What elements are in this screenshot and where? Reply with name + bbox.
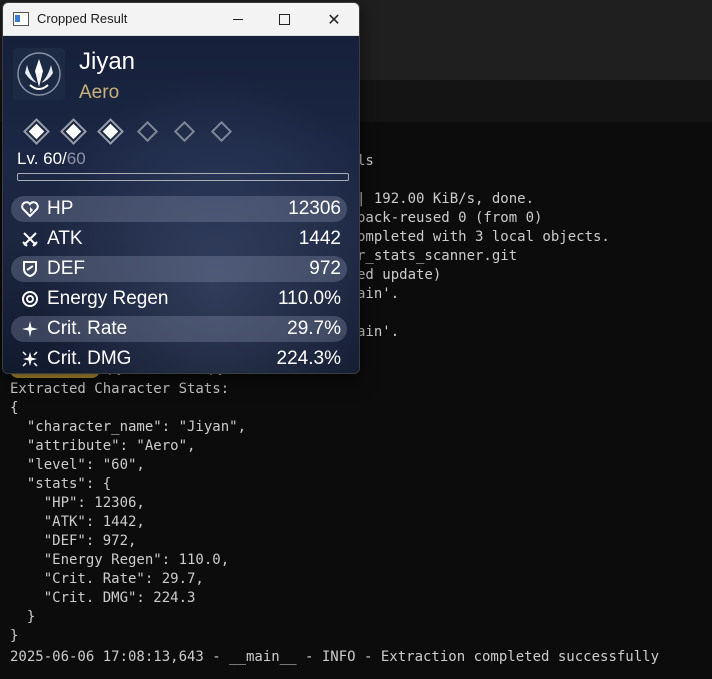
terminal-output-line: 2025-06-06 17:08:13,643 - __main__ - INF… [10, 649, 660, 665]
terminal-output-line: "ATK": 1442, [10, 514, 145, 530]
stat-row-crit-dmg: Crit. DMG 224.3% [11, 346, 347, 372]
energy-regen-icon [19, 288, 41, 310]
minimize-button[interactable] [215, 3, 261, 35]
level-current: Lv. 60/ [17, 149, 67, 168]
character-name: Jiyan [79, 48, 136, 75]
terminal-output-line: Extracted Character Stats: [10, 381, 230, 397]
level-max: 60 [66, 149, 86, 168]
resonance-chain-nodes [22, 117, 232, 145]
stat-row-crit-rate: Crit. Rate 29.7% [11, 316, 347, 342]
terminal-output-line: "HP": 12306, [10, 495, 145, 511]
maximize-button[interactable] [261, 3, 307, 35]
crit-dmg-icon [19, 348, 41, 370]
chain-node [173, 120, 195, 142]
stat-value: 1442 [298, 228, 341, 249]
chain-node [22, 117, 50, 145]
maximize-icon [278, 13, 290, 25]
chain-node [210, 120, 232, 142]
level-label: Lv. 60/60 [17, 149, 86, 169]
stat-value: 224.3% [276, 348, 341, 369]
close-icon: ✕ [327, 9, 341, 29]
character-attribute: Aero [79, 82, 120, 103]
terminal-line: ompleted with 3 local objects. [357, 229, 610, 245]
stat-row-def: DEF 972 [11, 256, 347, 282]
minimize-icon [233, 18, 243, 20]
cropped-result-window: Cropped Result ✕ Jiyan Aero Lv. 60/60 HP… [2, 2, 360, 374]
stat-value: 29.7% [287, 318, 341, 339]
close-button[interactable]: ✕ [311, 3, 357, 35]
stat-label: ATK [47, 228, 83, 249]
terminal-line: | 192.00 KiB/s, done. [357, 191, 535, 207]
chain-node [96, 117, 124, 145]
stat-label: Energy Regen [47, 288, 169, 309]
aero-emblem-icon [13, 48, 65, 100]
terminal-output-line: "Crit. DMG": 224.3 [10, 590, 196, 606]
terminal-output-line: { [10, 400, 19, 416]
chain-node [59, 117, 87, 145]
stat-label: DEF [47, 258, 85, 279]
window-title: Cropped Result [37, 11, 128, 26]
terminal-output-line: "Energy Regen": 110.0, [10, 552, 230, 568]
stat-row-hp: HP 12306 [11, 196, 347, 222]
stat-row-energy-regen: Energy Regen 110.0% [11, 286, 347, 312]
terminal-output-line: "stats": { [10, 476, 112, 492]
character-card: Jiyan Aero Lv. 60/60 HP 12306 ATK 1442 D… [3, 36, 359, 373]
crossed-swords-icon [19, 228, 41, 250]
terminal-output-line: } [10, 628, 19, 644]
heart-shield-icon [19, 198, 41, 220]
terminal-output-line: "character_name": "Jiyan", [10, 419, 247, 435]
chain-node [136, 120, 158, 142]
terminal-line: pack-reused 0 (from 0) [357, 210, 543, 226]
shield-icon [19, 258, 41, 280]
level-progress-bar [17, 173, 349, 181]
terminal-line: r_stats_scanner.git [357, 248, 518, 264]
terminal-output-line: } [10, 609, 36, 625]
terminal-line: ain'. [357, 324, 400, 340]
terminal-output-line: "Crit. Rate": 29.7, [10, 571, 204, 587]
stat-value: 972 [309, 258, 341, 279]
window-titlebar[interactable]: Cropped Result ✕ [3, 3, 359, 36]
terminal-line: ed update) [357, 267, 442, 283]
stat-value: 110.0% [277, 288, 341, 309]
terminal-output-line: "level": "60", [10, 457, 145, 473]
stat-label: Crit. DMG [47, 348, 132, 369]
crit-rate-icon [19, 318, 41, 340]
terminal-output-line: "DEF": 972, [10, 533, 137, 549]
app-icon [13, 12, 29, 26]
stat-value: 12306 [288, 198, 341, 219]
terminal-line: ain'. [357, 286, 400, 302]
stat-row-atk: ATK 1442 [11, 226, 347, 252]
stat-label: Crit. Rate [47, 318, 128, 339]
terminal-output-line: "attribute": "Aero", [10, 438, 196, 454]
stat-label: HP [47, 198, 74, 219]
